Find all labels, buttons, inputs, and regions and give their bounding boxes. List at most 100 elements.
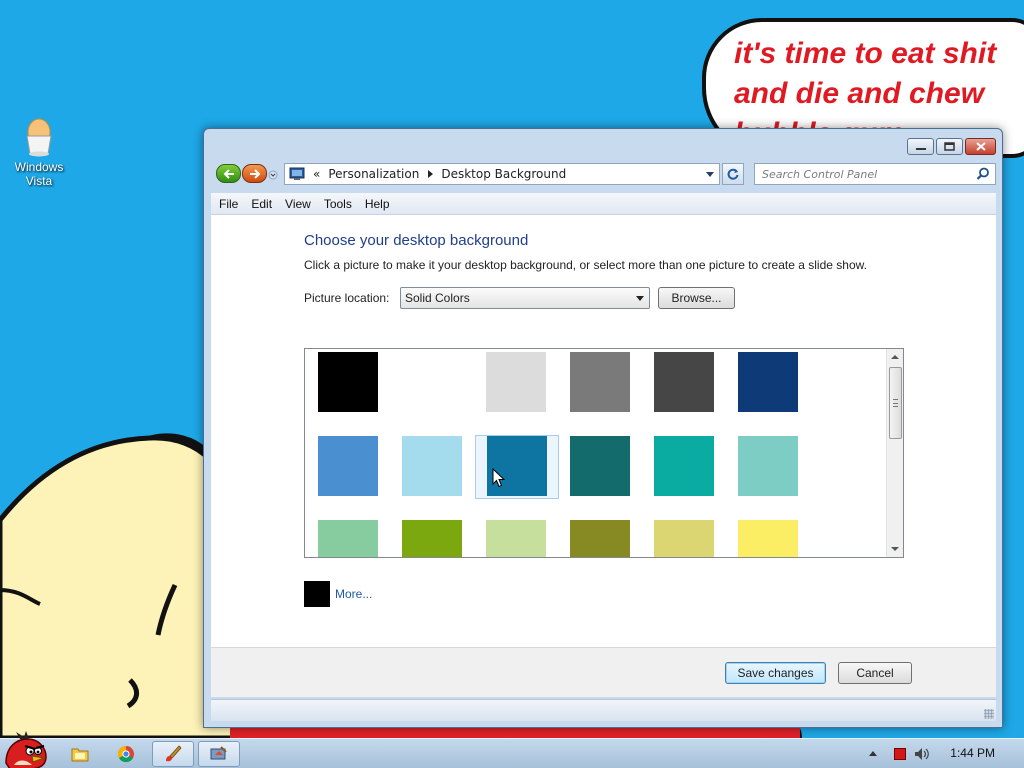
- speech-line-3: bubble gum: [734, 114, 1024, 128]
- maximize-button[interactable]: [936, 138, 963, 155]
- color-swatch-fill: [486, 352, 546, 412]
- close-icon: [975, 142, 986, 151]
- menu-help[interactable]: Help: [365, 197, 390, 211]
- color-swatch-fill: [570, 436, 630, 496]
- picture-location-select[interactable]: Solid Colors: [400, 287, 650, 309]
- address-bar[interactable]: « Personalization Desktop Background: [284, 163, 720, 185]
- resize-grip-icon[interactable]: [984, 709, 994, 719]
- navigation-bar: « Personalization Desktop Background: [214, 161, 996, 187]
- color-swatch-fill: [654, 352, 714, 412]
- menu-edit[interactable]: Edit: [251, 197, 272, 211]
- desktop-background-window: « Personalization Desktop Background Fil…: [203, 128, 1003, 728]
- color-swatch[interactable]: [569, 435, 653, 519]
- scroll-up-icon[interactable]: [891, 355, 899, 359]
- minimize-button[interactable]: [907, 138, 934, 155]
- taskbar-paint-button[interactable]: [152, 741, 194, 767]
- save-changes-button[interactable]: Save changes: [725, 662, 826, 684]
- color-swatch-fill: [570, 352, 630, 412]
- folder-icon: [71, 748, 89, 762]
- status-bar: [211, 699, 996, 721]
- control-panel-icon: [289, 167, 305, 180]
- color-swatch[interactable]: [475, 435, 559, 499]
- color-swatch[interactable]: [317, 519, 401, 557]
- taskbar-clock[interactable]: 1:44 PM: [950, 746, 995, 760]
- vertical-scrollbar[interactable]: [886, 349, 903, 557]
- speech-bubble-text: it's time to eat shit and die and chew b…: [734, 34, 1024, 128]
- breadcrumb-overflow-icon[interactable]: «: [313, 167, 320, 181]
- more-colors-link[interactable]: More...: [335, 587, 372, 601]
- back-button[interactable]: [216, 164, 241, 183]
- color-swatch[interactable]: [653, 435, 737, 519]
- color-swatch[interactable]: [401, 351, 485, 435]
- scrollbar-thumb[interactable]: [889, 367, 902, 439]
- back-arrow-icon: [223, 168, 234, 179]
- refresh-button[interactable]: [722, 163, 744, 185]
- search-icon[interactable]: [976, 167, 990, 181]
- action-center-flag-icon[interactable]: [894, 748, 906, 760]
- color-swatch-fill: [654, 436, 714, 496]
- forward-button[interactable]: [242, 164, 267, 183]
- minimize-icon: [915, 147, 926, 150]
- color-swatch-fill: [402, 352, 462, 412]
- color-swatch-fill: [486, 520, 546, 557]
- color-swatch-fill: [738, 520, 798, 557]
- address-dropdown-icon[interactable]: [706, 172, 714, 177]
- breadcrumb-desktop-background[interactable]: Desktop Background: [441, 167, 566, 181]
- color-swatch[interactable]: [485, 519, 569, 557]
- color-swatch[interactable]: [401, 435, 485, 519]
- taskbar-explorer-button[interactable]: [66, 741, 94, 767]
- mouse-cursor-icon: [492, 468, 506, 488]
- color-swatch[interactable]: [317, 351, 401, 435]
- forward-arrow-icon: [249, 168, 260, 179]
- desktop-icon-label-line1: Windows: [14, 160, 64, 174]
- color-swatch[interactable]: [317, 435, 401, 519]
- menu-view[interactable]: View: [285, 197, 311, 211]
- taskbar-chrome-button[interactable]: [112, 741, 140, 767]
- search-input[interactable]: [755, 164, 965, 184]
- color-swatch-fill: [738, 436, 798, 496]
- close-button[interactable]: [965, 138, 996, 155]
- color-swatch-fill: [318, 520, 378, 557]
- page-title: Choose your desktop background: [304, 232, 529, 249]
- menu-file[interactable]: File: [219, 197, 238, 211]
- breadcrumb-separator-icon[interactable]: [428, 170, 434, 178]
- volume-icon[interactable]: [914, 747, 930, 761]
- personalization-icon: [210, 746, 227, 760]
- color-swatch[interactable]: [653, 519, 737, 557]
- color-swatch-list[interactable]: [304, 348, 904, 558]
- maximize-icon: [944, 142, 955, 151]
- taskbar: 1:44 PM: [0, 731, 1024, 768]
- color-swatch-fill: [402, 436, 462, 496]
- color-swatch-fill: [318, 436, 378, 496]
- color-swatch[interactable]: [737, 351, 821, 435]
- breadcrumb-personalization[interactable]: Personalization: [328, 167, 419, 181]
- desktop-icon-windows-vista[interactable]: Windows Vista: [8, 118, 70, 188]
- start-button-angry-bird-icon[interactable]: [2, 731, 48, 768]
- search-box[interactable]: [754, 163, 996, 185]
- color-swatch[interactable]: [737, 519, 821, 557]
- color-swatch[interactable]: [569, 351, 653, 435]
- color-swatch-fill: [654, 520, 714, 557]
- menu-bar: File Edit View Tools Help: [211, 193, 996, 215]
- content-pane: Choose your desktop background Click a p…: [211, 215, 996, 647]
- color-swatch[interactable]: [401, 519, 485, 557]
- scroll-down-icon[interactable]: [891, 547, 899, 551]
- color-swatch[interactable]: [485, 351, 569, 435]
- show-hidden-icons-icon[interactable]: [869, 751, 877, 756]
- paint-brush-icon: [166, 745, 182, 762]
- menu-tools[interactable]: Tools: [324, 197, 352, 211]
- egg-icon: [21, 118, 57, 158]
- color-swatch[interactable]: [569, 519, 653, 557]
- color-swatch-fill: [318, 352, 378, 412]
- recent-pages-dropdown-icon[interactable]: [268, 170, 278, 180]
- title-bar[interactable]: [204, 129, 1002, 159]
- cancel-button[interactable]: Cancel: [838, 662, 912, 684]
- color-swatch[interactable]: [737, 435, 821, 519]
- page-description: Click a picture to make it your desktop …: [304, 258, 867, 272]
- browse-button[interactable]: Browse...: [658, 287, 735, 309]
- color-swatch[interactable]: [653, 351, 737, 435]
- desktop-icon-label-line2: Vista: [25, 174, 53, 188]
- picture-location-value: Solid Colors: [405, 291, 470, 305]
- more-color-swatch[interactable]: [304, 581, 330, 607]
- taskbar-control-panel-button[interactable]: [198, 741, 240, 767]
